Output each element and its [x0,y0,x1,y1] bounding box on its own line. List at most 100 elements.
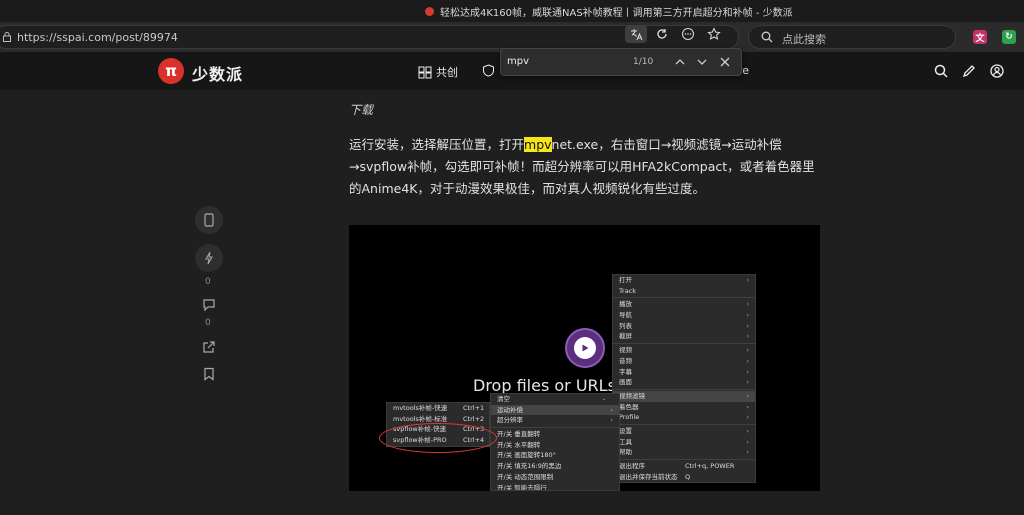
menu-item-label: 开/关 动态范围限制 [497,472,554,481]
chevron-right-icon: › [610,405,613,414]
site-logo-text[interactable]: 少数派 [192,61,243,85]
site-logo[interactable]: π [158,58,184,84]
menu-item[interactable]: 退出程序 Ctrl+q, POWER [613,461,755,472]
menu-item-shortcut: - [603,395,606,403]
charge-like-button[interactable] [195,244,223,272]
menu-item-label: 运动补偿 [497,405,523,414]
chevron-right-icon: › [746,391,749,400]
browser-search-input[interactable]: 点此搜索 [748,25,956,49]
share-icon[interactable] [202,340,216,354]
menu-item-label: Track [619,286,637,295]
search-icon[interactable] [934,64,948,78]
play-icon [574,337,596,359]
menu-item-label: 设置 [619,426,632,435]
find-next-icon[interactable] [695,55,709,69]
star-icon[interactable] [703,25,725,43]
nav-second[interactable] [482,64,495,77]
menu-item[interactable]: mvtools补帧-快速 Ctrl+1 [387,403,489,414]
menu-item[interactable]: 打开 › [613,275,755,286]
menu-item[interactable]: 开/关 画面旋转180° [491,450,619,461]
find-close-icon[interactable] [718,55,732,69]
chevron-right-icon: › [746,367,749,376]
menu-separator [613,423,755,425]
nav-cocreate-label: 共创 [436,66,458,79]
menu-item[interactable]: 列表 › [613,321,755,332]
menu-item[interactable]: 退出并保存当前状态 Q [613,472,755,483]
site-favicon-icon [425,7,434,16]
menu-item-label: 打开 [619,276,632,284]
lock-icon [3,32,11,42]
chevron-right-icon: › [746,356,749,365]
menu-item[interactable]: 导航 › [613,310,755,321]
menu-item-label: mvtools补帧-快速 [393,404,448,412]
menu-item-shortcut: Ctrl+1 [463,404,485,412]
menu-item-label: 画面 [619,378,632,387]
write-pen-icon[interactable] [962,64,976,78]
window-titlebar: 轻松达成4K160帧，威联通NAS补帧教程丨调用第三方开启超分和补帧 - 少数派 [0,0,1024,22]
menu-item[interactable]: 视频 › [613,345,755,356]
sync-extension-icon[interactable]: ↻ [1002,30,1016,44]
menu-item[interactable]: 超分辨率 › [491,415,619,426]
user-avatar-icon[interactable] [990,64,1004,78]
menu-item-label: 截屏 [619,332,632,341]
menu-item-label: 超分辨率 [497,416,523,425]
menu-item[interactable]: 开/关 动态范围限制 [491,472,619,483]
menu-item[interactable]: Profile › [613,412,755,423]
menu-item[interactable]: Track [613,286,755,297]
url-text: https://sspai.com/post/89974 [17,31,178,44]
menu-item[interactable]: 设置 › [613,426,755,437]
menu-item-shortcut: Ctrl+q, POWER [685,462,735,470]
comment-icon[interactable] [202,298,216,312]
menu-item[interactable]: 字幕 › [613,367,755,378]
chevron-right-icon: › [746,413,749,422]
chevron-right-icon: › [746,402,749,411]
chevron-right-icon: › [746,426,749,435]
menu-item[interactable]: 视频滤镜 › [613,390,755,402]
refresh-icon[interactable] [651,25,673,43]
menu-item[interactable]: 开/关 填充16:9的黑边 [491,461,619,472]
find-previous-icon[interactable] [673,55,687,69]
nav-cocreate[interactable]: 共创 [418,64,458,80]
menu-item[interactable]: 截屏 › [613,331,755,342]
chevron-right-icon: › [746,346,749,355]
menu-item[interactable]: 音频 › [613,356,755,367]
menu-item[interactable]: 画面 › [613,377,755,388]
more-dots-icon[interactable] [677,25,699,43]
menu-item-label: 音频 [619,356,632,365]
menu-item[interactable]: 清空 - [491,394,619,405]
menu-item[interactable]: 播放 › [613,299,755,310]
tab-title: 轻松达成4K160帧，威联通NAS补帧教程丨调用第三方开启超分和补帧 - 少数派 [425,4,793,19]
tab-title-text: 轻松达成4K160帧，威联通NAS补帧教程丨调用第三方开启超分和补帧 - 少数派 [440,8,793,19]
menu-item[interactable]: 开/关 智能去隔行 [491,483,619,491]
mobile-read-button[interactable] [195,206,223,234]
menu-item[interactable]: 着色器 › [613,402,755,413]
comment-count: 0 [205,318,211,328]
menu-item-label: mvtools补帧-标准 [393,414,448,423]
menu-item[interactable]: 开/关 垂直翻转 [491,429,619,440]
menu-item-label: 退出并保存当前状态 [619,472,678,481]
menu-item[interactable]: 帮助 › [613,447,755,458]
chevron-right-icon: › [746,300,749,309]
chevron-right-icon: › [610,416,613,425]
menu-item-label: 开/关 垂直翻转 [497,430,541,439]
find-input[interactable]: mpv [507,56,529,67]
menu-item[interactable]: 工具 › [613,437,755,448]
menu-separator [613,343,755,345]
translate-icon[interactable] [625,25,647,43]
menu-item-label: 开/关 水平翻转 [497,440,541,449]
chevron-right-icon: › [746,311,749,320]
mpv-logo [565,328,605,368]
menu-item-label: 清空 [497,395,510,403]
menu-item[interactable]: 运动补偿 › [491,404,619,416]
menu-item-label: 视频 [619,346,632,355]
translate-extension-icon[interactable]: 文 [973,30,987,44]
lightning-icon [205,251,213,265]
menu-item-label: 帮助 [619,448,632,457]
menu-item-shortcut: Ctrl+2 [463,414,485,423]
menu-separator [613,459,755,460]
menu-item-label: 开/关 智能去隔行 [497,483,547,491]
menu-item-label: 着色器 [619,402,639,411]
find-match-count: 1/10 [633,57,654,67]
menu-item[interactable]: 开/关 水平翻转 [491,440,619,451]
bookmark-icon[interactable] [202,367,216,381]
